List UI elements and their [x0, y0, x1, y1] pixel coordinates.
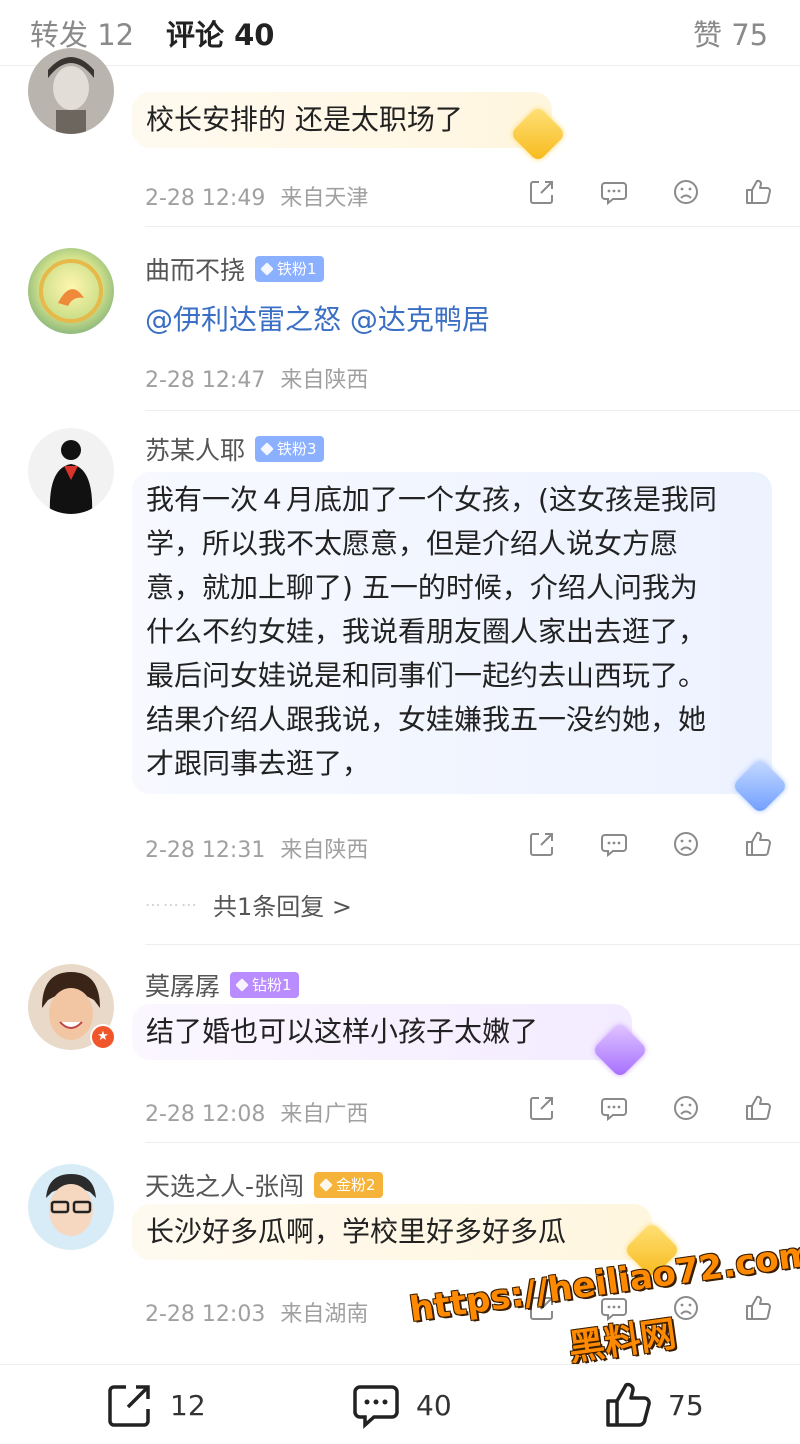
comment-location: 来自陕西: [280, 368, 369, 393]
view-replies-link[interactable]: ⋯⋯⋯ 共1条回复 >: [145, 886, 352, 922]
reply-icon[interactable]: [597, 1091, 631, 1125]
reply-count-label[interactable]: 共1条回复 >: [213, 887, 352, 922]
comment-actions: [525, 824, 775, 864]
repost-count: 12: [170, 1388, 206, 1422]
like-icon[interactable]: [741, 175, 775, 209]
comment-time: 2-28 12:47: [145, 368, 266, 393]
divider: [145, 226, 800, 227]
user-row: 莫孱孱 钻粉1: [145, 968, 299, 1002]
thumbs-up-icon: [606, 1382, 651, 1427]
comment-line: 我有一次４月底加了一个女孩，(这女孩是我同: [146, 483, 717, 516]
comment-meta: 2-28 12:03 来自湖南: [145, 1296, 368, 1328]
user-row: 天选之人-张闯 金粉2: [145, 1168, 383, 1202]
username[interactable]: 天选之人-张闯: [145, 1167, 304, 1203]
divider: [145, 410, 800, 411]
share-icon[interactable]: [525, 175, 559, 209]
comment-meta: 2-28 12:47 来自陕西: [145, 362, 368, 394]
gem-icon: [319, 1178, 333, 1192]
tab-likes[interactable]: 赞 75: [693, 12, 768, 54]
dislike-face-icon[interactable]: [669, 175, 703, 209]
user-row: 曲而不挠 铁粉1: [145, 252, 324, 286]
fan-badge-label: 铁粉1: [277, 260, 317, 278]
avatar-image: [28, 428, 114, 514]
comment-bubble: 长沙好多瓜啊，学校里好多好多瓜: [132, 1204, 652, 1260]
comment-bubble: 结了婚也可以这样小孩子太嫩了: [132, 1004, 632, 1060]
dislike-face-icon[interactable]: [669, 1091, 703, 1125]
like-button[interactable]: 75: [602, 1381, 704, 1429]
fan-badge-label: 金粉2: [336, 1176, 376, 1194]
comment-time: 2-28 12:49: [145, 186, 266, 211]
comment-location: 来自湖南: [280, 1302, 369, 1327]
avatar-image: [28, 1164, 114, 1250]
reply-dots: ⋯⋯⋯: [145, 894, 199, 914]
comment-location: 来自陕西: [280, 838, 369, 863]
share-icon: [108, 1385, 150, 1427]
comment-time: 2-28 12:08: [145, 1102, 266, 1127]
fan-badge-label: 钻粉1: [252, 976, 292, 994]
fan-badge: 金粉2: [314, 1172, 383, 1198]
gem-icon: [235, 978, 249, 992]
comment-icon: [353, 1385, 399, 1429]
comment-line: 学，所以我不太愿意，但是介绍人说女方愿: [146, 527, 679, 560]
comment-location: 来自天津: [280, 186, 369, 211]
reply-icon[interactable]: [597, 827, 631, 861]
comment-time: 2-28 12:03: [145, 1302, 266, 1327]
tab-comments[interactable]: 评论 40: [166, 12, 274, 54]
verified-badge-icon: ★: [90, 1024, 116, 1050]
username[interactable]: 曲而不挠: [145, 251, 245, 287]
comment-text: 结了婚也可以这样小孩子太嫩了: [146, 1015, 539, 1048]
comment-actions: [525, 1088, 775, 1128]
avatar-image: [28, 48, 114, 134]
comment-location: 来自广西: [280, 1102, 369, 1127]
repost-button[interactable]: 12: [104, 1381, 206, 1429]
divider: [145, 944, 800, 945]
fan-badge: 铁粉1: [255, 256, 324, 282]
comment-bubble: 我有一次４月底加了一个女孩，(这女孩是我同 学，所以我不太愿意，但是介绍人说女方…: [132, 472, 772, 794]
fan-badge: 铁粉3: [255, 436, 324, 462]
bottom-action-bar: 12 40 75: [0, 1364, 800, 1444]
comment-text[interactable]: @伊利达雷之怒 @达克鸭居: [145, 298, 490, 338]
avatar[interactable]: [28, 248, 114, 334]
comment-meta: 2-28 12:08 来自广西: [145, 1096, 368, 1128]
comment-meta: 2-28 12:49 来自天津: [145, 180, 368, 212]
tab-repost[interactable]: 转发 12: [30, 12, 134, 54]
comment-line: 结果介绍人跟我说，女娃嫌我五一没约她，她: [146, 703, 707, 736]
like-icon[interactable]: [741, 1291, 775, 1325]
like-icon[interactable]: [741, 1091, 775, 1125]
comment-count: 40: [416, 1388, 452, 1422]
avatar[interactable]: [28, 428, 114, 514]
comment-line: 最后问女娃说是和同事们一起约去山西玩了。: [146, 659, 707, 692]
share-icon[interactable]: [525, 1091, 559, 1125]
fan-badge: 钻粉1: [230, 972, 299, 998]
reply-icon[interactable]: [597, 175, 631, 209]
comment-button[interactable]: 40: [350, 1381, 452, 1429]
comment-bubble: 校长安排的 还是太职场了: [132, 92, 552, 148]
divider: [145, 1142, 800, 1143]
comment-line: 意，就加上聊了) 五一的时候，介绍人问我为: [146, 571, 698, 604]
like-icon[interactable]: [741, 827, 775, 861]
gem-icon: [260, 262, 274, 276]
username[interactable]: 苏某人耶: [145, 431, 245, 467]
comment-text: 校长安排的 还是太职场了: [146, 103, 463, 136]
gem-icon: [260, 442, 274, 456]
comment-tabs: 转发 12 评论 40 赞 75: [0, 0, 800, 66]
share-icon[interactable]: [525, 827, 559, 861]
user-row: 苏某人耶 铁粉3: [145, 432, 324, 466]
like-count: 75: [668, 1388, 704, 1422]
comment-time: 2-28 12:31: [145, 838, 266, 863]
fan-badge-label: 铁粉3: [277, 440, 317, 458]
comment-actions: [525, 172, 775, 212]
username[interactable]: 莫孱孱: [145, 967, 220, 1003]
dislike-face-icon[interactable]: [669, 827, 703, 861]
comment-text: 长沙好多瓜啊，学校里好多好多瓜: [146, 1215, 567, 1248]
avatar[interactable]: [28, 1164, 114, 1250]
comment-line: 什么不约女娃，我说看朋友圈人家出去逛了，: [146, 615, 707, 648]
avatar-image: [28, 248, 114, 334]
avatar[interactable]: [28, 48, 114, 134]
comment-line: 才跟同事去逛了，: [146, 747, 371, 780]
comment-meta: 2-28 12:31 来自陕西: [145, 832, 368, 864]
